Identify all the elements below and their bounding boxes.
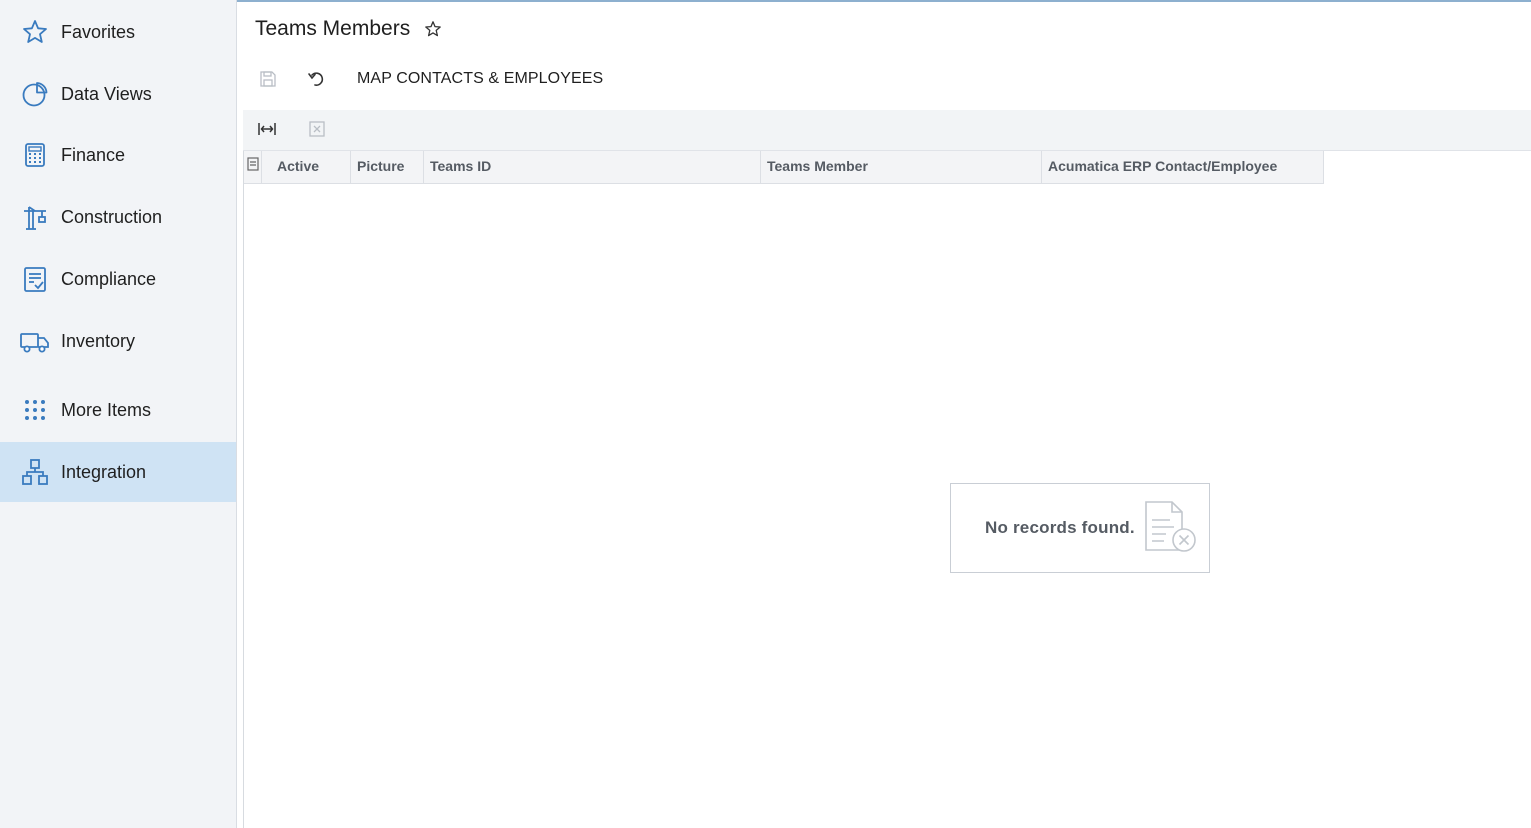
sidebar-item-construction[interactable]: Construction xyxy=(0,187,236,247)
sidebar-item-label: More Items xyxy=(61,399,152,420)
truck-icon xyxy=(20,326,50,356)
map-contacts-employees-button[interactable]: MAP CONTACTS & EMPLOYEES xyxy=(357,70,603,88)
grid-dots-icon xyxy=(20,395,50,425)
sidebar-item-favorites[interactable]: Favorites xyxy=(0,2,236,62)
crane-icon xyxy=(20,202,50,232)
sidebar-item-label: Integration xyxy=(61,461,147,482)
no-records-document-icon xyxy=(1144,500,1202,556)
undo-icon[interactable] xyxy=(306,68,328,90)
sidebar-item-compliance[interactable]: Compliance xyxy=(0,249,236,309)
checklist-icon xyxy=(20,264,50,294)
sidebar-item-label: Inventory xyxy=(61,330,136,351)
data-grid: Active Picture Teams ID Teams Member Acu… xyxy=(243,151,1531,828)
sidebar-item-label: Finance xyxy=(61,144,126,165)
sidebar-item-more-items[interactable]: More Items xyxy=(0,380,236,440)
sidebar-item-inventory[interactable]: Inventory xyxy=(0,311,236,371)
column-header-active[interactable]: Active xyxy=(262,151,351,184)
fit-columns-icon[interactable] xyxy=(256,118,278,140)
page-title: Teams Members xyxy=(255,17,411,40)
column-header-teams-id[interactable]: Teams ID xyxy=(424,151,761,184)
sidebar-item-finance[interactable]: Finance xyxy=(0,125,236,185)
sidebar-item-label: Construction xyxy=(61,206,163,227)
grid-header: Active Picture Teams ID Teams Member Acu… xyxy=(244,151,1324,184)
column-header-picture[interactable]: Picture xyxy=(351,151,424,184)
column-header-teams-member[interactable]: Teams Member xyxy=(761,151,1042,184)
export-excel-icon[interactable] xyxy=(306,118,328,140)
sidebar-item-label: Compliance xyxy=(61,268,157,289)
star-icon xyxy=(20,17,50,47)
star-outline-icon[interactable] xyxy=(424,20,442,38)
empty-message: No records found. xyxy=(985,518,1135,537)
sidebar-item-integration[interactable]: Integration xyxy=(0,442,236,502)
hierarchy-icon xyxy=(20,457,50,487)
sidebar-item-data-views[interactable]: Data Views xyxy=(0,64,236,124)
calculator-icon xyxy=(20,140,50,170)
sidebar-item-label: Favorites xyxy=(61,21,136,42)
grid-toolbar xyxy=(243,110,1531,151)
sidebar: Favorites Data Views Finance Constructio… xyxy=(0,0,237,828)
sidebar-item-label: Data Views xyxy=(61,83,152,104)
row-selector-header[interactable] xyxy=(244,151,262,184)
save-icon[interactable] xyxy=(257,68,279,90)
main-content: Teams Members MAP CONTACTS & EMPLOYEES A… xyxy=(237,0,1531,828)
pie-chart-icon xyxy=(20,79,50,109)
column-header-erp-contact[interactable]: Acumatica ERP Contact/Employee xyxy=(1042,151,1324,184)
empty-state: No records found. xyxy=(950,483,1210,573)
